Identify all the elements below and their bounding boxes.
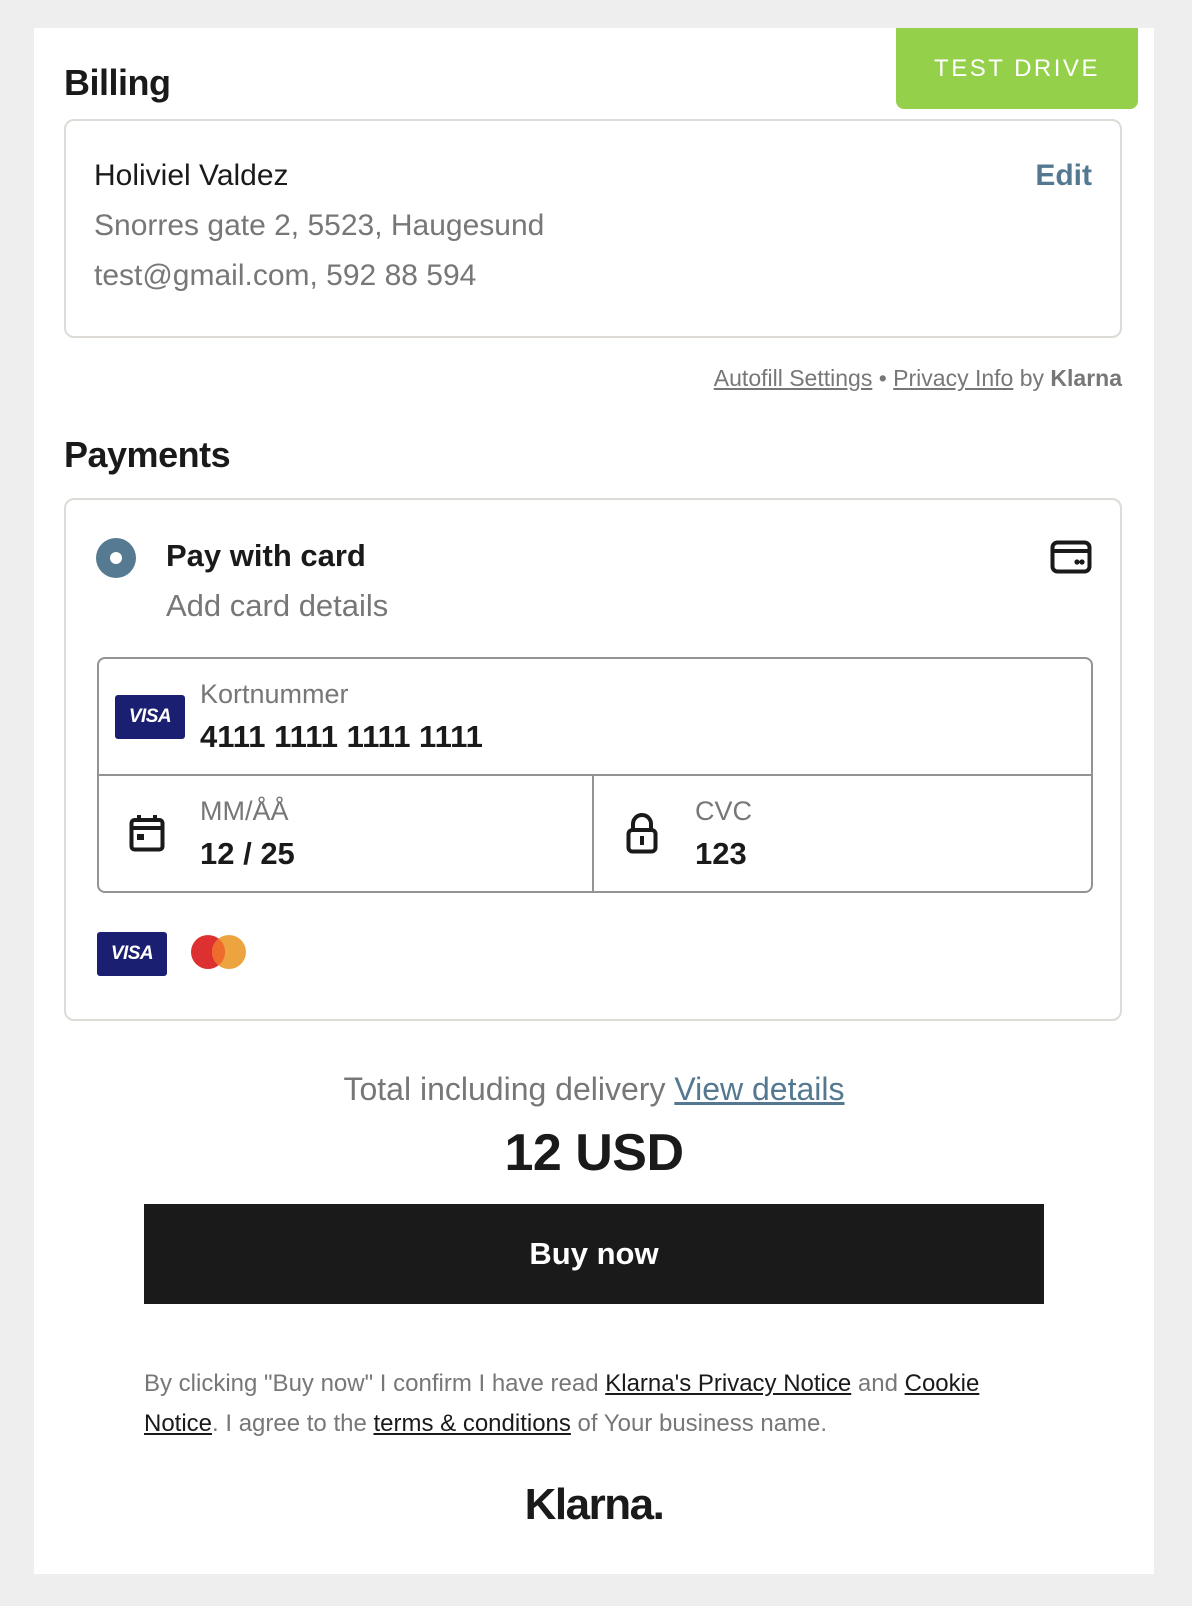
legal-text-part: and bbox=[851, 1370, 905, 1397]
payments-title: Payments bbox=[64, 434, 231, 475]
lock-icon bbox=[626, 813, 658, 854]
total-line: Total including delivery View details bbox=[34, 1071, 1154, 1108]
pay-with-card-title: Pay with card bbox=[166, 538, 366, 573]
edit-billing-link[interactable]: Edit bbox=[1035, 159, 1092, 193]
billing-address: Snorres gate 2, 5523, Haugesund bbox=[94, 209, 545, 242]
legal-text: By clicking "Buy now" I confirm I have r… bbox=[144, 1364, 1044, 1444]
card-fields-group: VISA Kortnummer 4111 1111 1111 1111 MM/Å… bbox=[97, 657, 1093, 893]
mastercard-logo-icon bbox=[191, 935, 246, 969]
terms-conditions-link[interactable]: terms & conditions bbox=[373, 1410, 570, 1437]
klarna-privacy-notice-link[interactable]: Klarna's Privacy Notice bbox=[605, 1370, 851, 1397]
cvc-value[interactable]: 123 bbox=[695, 836, 747, 872]
buy-now-button[interactable]: Buy now bbox=[144, 1204, 1044, 1304]
privacy-info-link[interactable]: Privacy Info bbox=[893, 365, 1013, 391]
add-card-details-subtitle: Add card details bbox=[166, 588, 389, 623]
separator-dot: • bbox=[878, 365, 887, 391]
billing-card: Holiviel Valdez Snorres gate 2, 5523, Ha… bbox=[64, 119, 1122, 338]
checkout-panel: TEST DRIVE Billing Holiviel Valdez Snorr… bbox=[34, 28, 1154, 1574]
cvc-label: CVC bbox=[695, 796, 753, 826]
billing-name: Holiviel Valdez bbox=[94, 159, 289, 192]
card-number-field[interactable]: VISA Kortnummer 4111 1111 1111 1111 bbox=[99, 659, 1091, 776]
card-number-value[interactable]: 4111 1111 1111 1111 bbox=[200, 719, 483, 755]
expiry-label: MM/ÅÅ bbox=[200, 796, 289, 826]
billing-contact: test@gmail.com, 592 88 594 bbox=[94, 259, 477, 292]
view-details-link[interactable]: View details bbox=[674, 1071, 844, 1107]
test-drive-badge[interactable]: TEST DRIVE bbox=[896, 28, 1138, 109]
calendar-icon bbox=[129, 815, 165, 852]
autofill-settings-link[interactable]: Autofill Settings bbox=[714, 365, 873, 391]
billing-title: Billing bbox=[64, 62, 171, 103]
klarna-logo: Klarna. bbox=[524, 1480, 665, 1529]
klarna-brand-label: Klarna bbox=[1050, 365, 1122, 391]
visa-card-icon: VISA bbox=[115, 695, 185, 739]
credit-card-icon bbox=[1050, 540, 1092, 574]
by-label: by bbox=[1019, 365, 1045, 391]
payment-method-card: Pay with card Add card details VISA Kort… bbox=[64, 498, 1122, 1021]
legal-text-part: of Your business name. bbox=[570, 1410, 828, 1437]
visa-logo-icon: VISA bbox=[97, 932, 167, 976]
expiry-field[interactable]: MM/ÅÅ 12 / 25 bbox=[99, 776, 594, 891]
legal-text-part: By clicking "Buy now" I confirm I have r… bbox=[144, 1370, 606, 1397]
card-number-label: Kortnummer bbox=[200, 679, 349, 709]
cvc-field[interactable]: CVC 123 bbox=[594, 776, 1091, 891]
total-label: Total including delivery bbox=[343, 1071, 666, 1107]
total-amount: 12 USD bbox=[504, 1124, 684, 1182]
legal-text-part: . I agree to the bbox=[212, 1410, 374, 1437]
pay-with-card-radio[interactable] bbox=[96, 538, 136, 578]
expiry-value[interactable]: 12 / 25 bbox=[200, 836, 295, 872]
autofill-privacy-row: Autofill Settings • Privacy Info by Klar… bbox=[714, 365, 1122, 392]
